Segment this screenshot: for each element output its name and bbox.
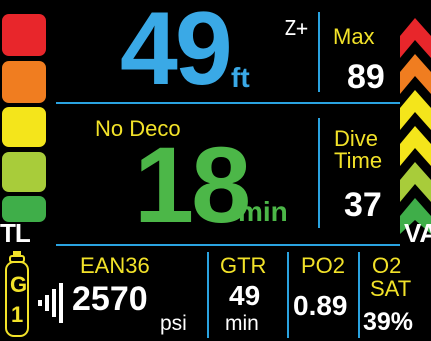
gtr-value: 49 (229, 280, 261, 311)
vario-label: VA (404, 218, 431, 248)
vario-chevron-1-icon (400, 18, 431, 58)
transmitter-signal-icon (38, 283, 63, 323)
gf-indicator: Z+ (284, 16, 309, 40)
divider-bottom-3 (358, 252, 360, 338)
pressure-value: 2570 (72, 280, 148, 318)
vario-chevron-5-icon (400, 162, 431, 202)
vario-indicator (400, 18, 431, 234)
cylinder-label-1: G (10, 272, 28, 297)
no-deco-value: 18 (134, 124, 251, 245)
tissue-segment-3 (2, 107, 46, 147)
no-deco-unit: min (238, 196, 288, 227)
divider-bottom-2 (287, 252, 289, 338)
vario-chevron-4-icon (400, 126, 431, 166)
tissue-loading-label: TL (0, 218, 31, 248)
gtr-unit: min (225, 312, 259, 335)
depth-value: 49 (120, 0, 233, 107)
divider-right-2 (318, 118, 320, 228)
tissue-segment-2 (2, 61, 46, 103)
dive-time-label-2: Time (334, 148, 383, 173)
tissue-segment-1 (2, 14, 46, 56)
po2-label: PO2 (301, 253, 346, 278)
po2-value: 0.89 (293, 290, 348, 321)
o2sat-value: 39% (363, 308, 414, 336)
vario-chevron-2-icon (400, 54, 431, 94)
max-label: Max (333, 24, 375, 49)
gas-label: EAN36 (80, 253, 150, 278)
max-value: 89 (347, 58, 385, 96)
pressure-unit: psi (160, 312, 187, 335)
tissue-segment-4 (2, 152, 46, 192)
divider-bottom-1 (207, 252, 209, 338)
dive-time-value: 37 (344, 186, 382, 224)
o2sat-label-2: SAT (370, 276, 412, 301)
gtr-label: GTR (220, 253, 267, 278)
cylinder-label-2: 1 (11, 302, 24, 327)
vario-chevron-3-icon (400, 90, 431, 130)
depth-unit: ft (231, 62, 250, 93)
divider-right (318, 12, 320, 92)
